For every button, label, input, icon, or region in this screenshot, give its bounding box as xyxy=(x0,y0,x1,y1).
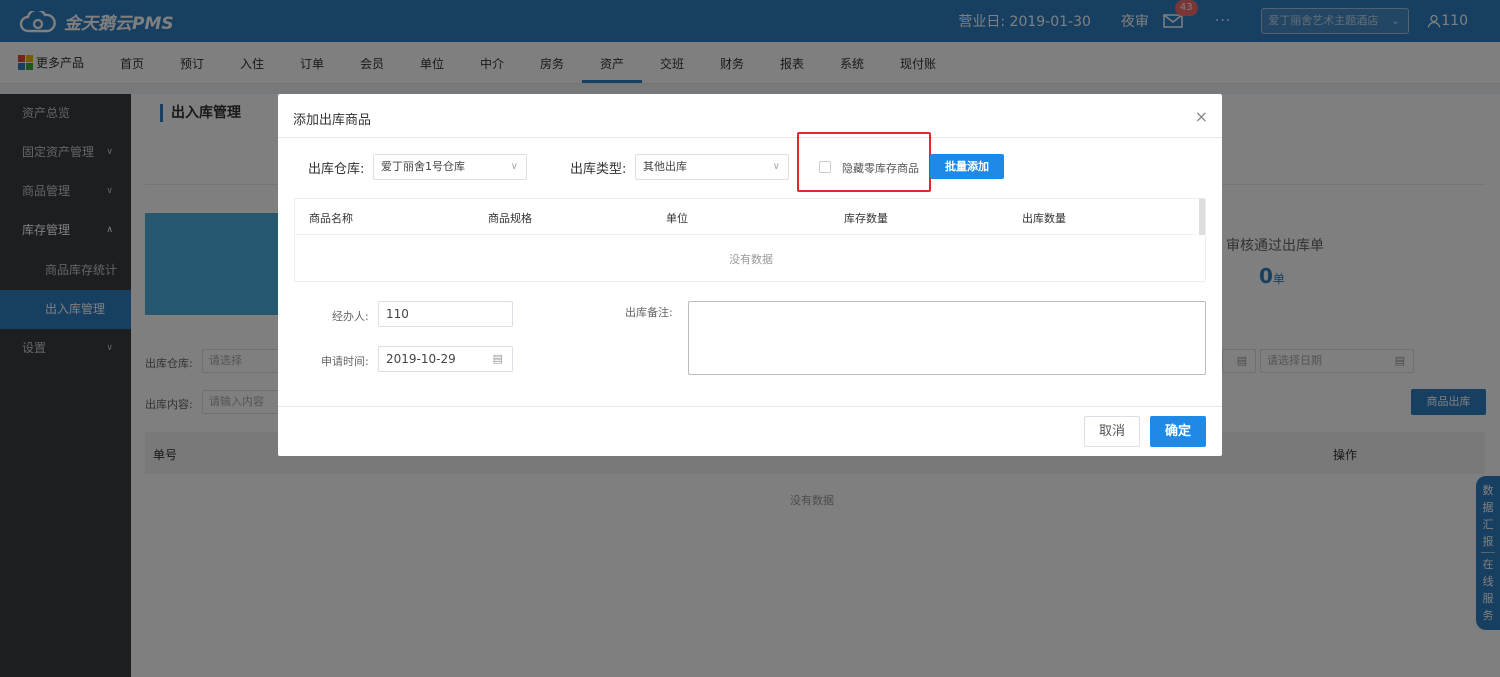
apply-time-label: 申请时间: xyxy=(321,355,369,368)
calendar-icon: ▤ xyxy=(492,352,503,365)
outbound-type-select[interactable]: 其他出库 ∨ xyxy=(635,154,789,180)
warehouse-label: 出库仓库: xyxy=(308,162,365,177)
confirm-button[interactable]: 确定 xyxy=(1150,416,1206,447)
outbound-type-value: 其他出库 xyxy=(643,160,687,173)
goods-table-header: 商品名称 商品规格 单位 库存数量 出库数量 xyxy=(295,199,1195,235)
warehouse-select[interactable]: 爱丁丽舍1号仓库 ∨ xyxy=(373,154,527,180)
batch-add-button[interactable]: 批量添加 xyxy=(930,154,1004,179)
goods-table: 商品名称 商品规格 单位 库存数量 出库数量 没有数据 xyxy=(294,198,1206,282)
dialog-header-divider xyxy=(278,137,1222,138)
remark-label: 出库备注: xyxy=(625,306,673,319)
chevron-down-icon: ∨ xyxy=(510,161,518,172)
handler-label: 经办人: xyxy=(332,310,369,323)
add-outbound-goods-dialog: 添加出库商品 × 出库仓库: 爱丁丽舍1号仓库 ∨ 出库类型: 其他出库 ∨ 隐… xyxy=(278,94,1222,456)
column-outbound-qty: 出库数量 xyxy=(1022,212,1066,225)
outbound-type-label: 出库类型: xyxy=(570,162,627,177)
chevron-down-icon: ∨ xyxy=(772,161,780,172)
warehouse-value: 爱丁丽舍1号仓库 xyxy=(381,160,465,173)
close-icon[interactable]: × xyxy=(1195,107,1208,126)
dialog-footer-divider xyxy=(278,406,1222,407)
column-stock-qty: 库存数量 xyxy=(844,212,888,225)
handler-value: 110 xyxy=(386,307,409,321)
handler-input[interactable]: 110 xyxy=(378,301,513,327)
table-empty-text: 没有数据 xyxy=(729,253,773,266)
apply-time-value: 2019-10-29 xyxy=(386,352,456,366)
hide-zero-stock-checkbox[interactable] xyxy=(819,161,831,173)
remark-textarea[interactable] xyxy=(688,301,1206,375)
dialog-title: 添加出库商品 xyxy=(293,113,372,128)
column-unit: 单位 xyxy=(666,212,688,225)
hide-zero-stock-label[interactable]: 隐藏零库存商品 xyxy=(842,160,919,176)
column-goods-spec: 商品规格 xyxy=(488,212,532,225)
apply-time-picker[interactable]: 2019-10-29 ▤ xyxy=(378,346,513,372)
table-scrollbar[interactable] xyxy=(1199,199,1205,235)
column-goods-name: 商品名称 xyxy=(309,212,353,225)
cancel-button[interactable]: 取消 xyxy=(1084,416,1140,447)
